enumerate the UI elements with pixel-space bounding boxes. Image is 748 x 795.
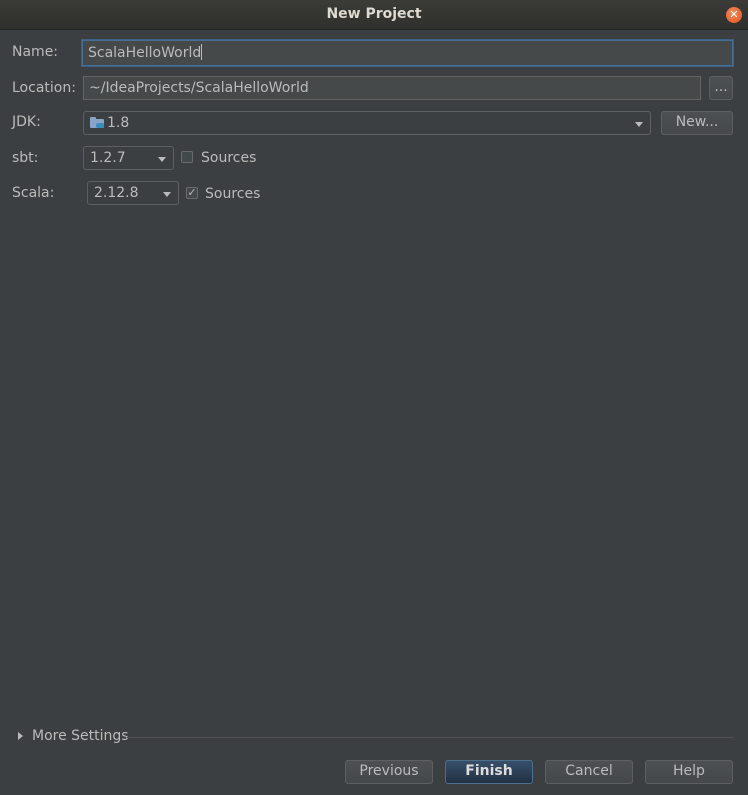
- name-label: Name:: [12, 44, 59, 60]
- finish-button[interactable]: Finish: [445, 760, 533, 784]
- chevron-down-icon: [158, 157, 166, 162]
- new-jdk-button[interactable]: New...: [661, 111, 733, 135]
- scala-version-select[interactable]: 2.12.8: [87, 181, 179, 205]
- window-title: New Project: [326, 6, 422, 22]
- previous-button[interactable]: Previous: [345, 760, 433, 784]
- browse-button[interactable]: ...: [709, 76, 733, 100]
- scala-sources-label[interactable]: Sources: [205, 186, 260, 202]
- scala-version-value: 2.12.8: [94, 185, 139, 201]
- chevron-down-icon: [163, 192, 171, 197]
- more-settings-toggle[interactable]: More Settings: [32, 728, 129, 744]
- chevron-down-icon: [635, 122, 643, 127]
- sbt-sources-checkbox[interactable]: [181, 151, 193, 163]
- cancel-button[interactable]: Cancel: [545, 760, 633, 784]
- jdk-select[interactable]: 1.8: [83, 111, 651, 135]
- name-value: ScalaHelloWorld: [88, 45, 202, 61]
- location-value: ~/IdeaProjects/ScalaHelloWorld: [89, 80, 309, 96]
- help-button[interactable]: Help: [645, 760, 733, 784]
- location-label: Location:: [12, 80, 76, 96]
- triangle-right-icon[interactable]: [18, 732, 23, 740]
- sbt-label: sbt:: [12, 150, 39, 166]
- folder-icon: [90, 117, 104, 128]
- jdk-value: 1.8: [107, 115, 130, 131]
- title-bar: New Project ✕: [0, 0, 748, 30]
- close-icon[interactable]: ✕: [726, 7, 742, 23]
- checkmark-icon: ✓: [187, 186, 197, 199]
- sbt-sources-label[interactable]: Sources: [201, 150, 256, 166]
- scala-sources-checkbox[interactable]: ✓: [186, 187, 198, 199]
- separator: [127, 737, 733, 738]
- sbt-version-select[interactable]: 1.2.7: [83, 146, 174, 170]
- name-field[interactable]: ScalaHelloWorld: [82, 40, 733, 66]
- scala-label: Scala:: [12, 185, 55, 201]
- text-caret: [201, 44, 203, 60]
- sbt-version-value: 1.2.7: [90, 150, 126, 166]
- location-field[interactable]: ~/IdeaProjects/ScalaHelloWorld: [83, 76, 701, 100]
- jdk-label: JDK:: [12, 114, 41, 130]
